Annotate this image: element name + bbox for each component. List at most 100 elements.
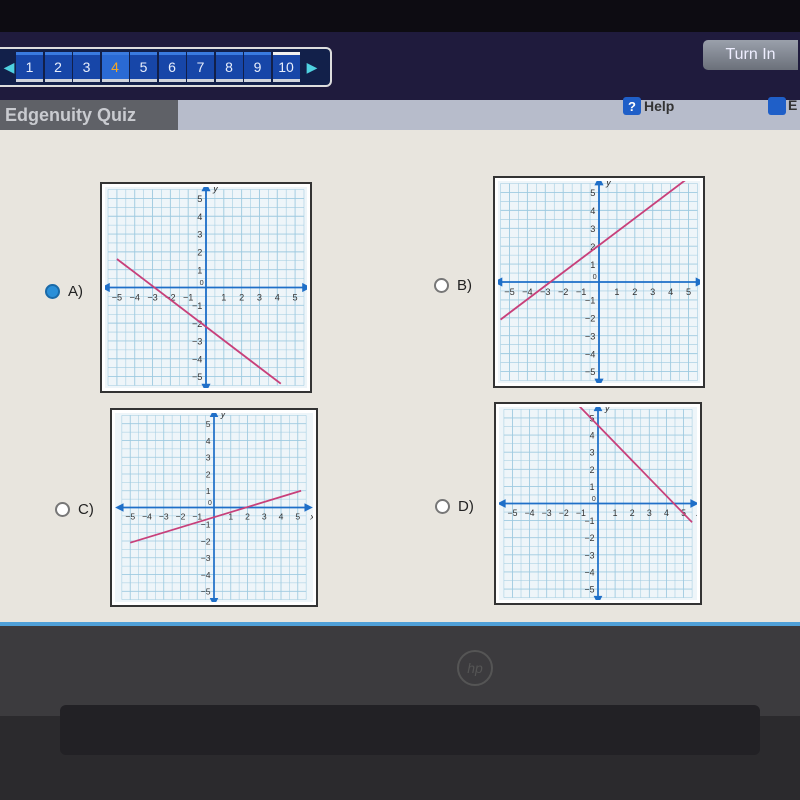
question-button-4[interactable]: 4 xyxy=(101,52,129,82)
tool-icon[interactable] xyxy=(768,97,786,115)
radio-b[interactable] xyxy=(434,278,449,293)
y-tick-label: −3 xyxy=(585,331,595,341)
x-axis-arrow-left-icon xyxy=(115,503,124,512)
turn-in-button[interactable]: Turn In xyxy=(703,40,798,70)
option-b[interactable]: B) xyxy=(434,277,472,294)
graph-c-svg: −5−4−3−2−112345−5−4−3−2−1123450xy xyxy=(115,408,315,607)
y-tick-label: 4 xyxy=(197,212,202,222)
option-d-label: D) xyxy=(458,498,474,515)
y-axis-arrow-up-icon xyxy=(593,402,603,412)
help-icon: ? xyxy=(623,97,641,115)
radio-d[interactable] xyxy=(435,499,450,514)
y-tick-label: 2 xyxy=(590,465,595,475)
radio-a[interactable] xyxy=(45,284,60,299)
x-axis-arrow-right-icon xyxy=(304,503,313,512)
tool-label[interactable]: E xyxy=(788,97,797,113)
x-tick-label: 4 xyxy=(664,508,669,518)
option-c[interactable]: C) xyxy=(55,501,94,518)
y-tick-label: −4 xyxy=(201,570,211,580)
x-axis-arrow-left-icon xyxy=(493,277,503,287)
y-tick-label: 5 xyxy=(206,419,211,429)
y-tick-label: 1 xyxy=(206,486,211,496)
x-tick-label: 3 xyxy=(257,292,262,302)
y-axis-arrow-up-icon xyxy=(594,176,604,186)
question-button-3[interactable]: 3 xyxy=(73,52,100,82)
y-tick-label: −4 xyxy=(585,349,595,359)
radio-c[interactable] xyxy=(55,502,70,517)
question-button-6[interactable]: 6 xyxy=(158,52,186,82)
x-axis-arrow-left-icon xyxy=(100,282,110,293)
y-tick-label: −4 xyxy=(584,567,594,577)
y-tick-label: 3 xyxy=(590,224,595,234)
x-tick-label: 1 xyxy=(614,287,619,297)
graph-b-svg: −5−4−3−2−112345−5−4−3−2−1123450xy xyxy=(493,175,707,388)
x-axis-arrow-left-icon xyxy=(497,499,506,508)
x-tick-label: −4 xyxy=(522,287,532,297)
x-tick-label: −5 xyxy=(125,512,135,522)
y-tick-label: 4 xyxy=(206,436,211,446)
x-tick-label: −3 xyxy=(159,512,169,522)
question-button-9[interactable]: 9 xyxy=(244,52,271,82)
y-axis-arrow-down-icon xyxy=(201,383,211,393)
y-tick-label: −1 xyxy=(585,296,595,306)
y-tick-label: −5 xyxy=(201,587,211,597)
y-tick-label: 1 xyxy=(590,260,595,270)
question-button-8[interactable]: 8 xyxy=(215,52,243,82)
keyboard-area xyxy=(60,705,760,755)
graph-d[interactable]: −5−4−3−2−112345−5−4−3−2−1123450xy xyxy=(494,402,702,605)
y-tick-label: −5 xyxy=(192,372,202,382)
x-tick-label: −5 xyxy=(112,292,122,302)
x-tick-label: −3 xyxy=(147,292,157,302)
question-button-10[interactable]: 10 xyxy=(272,52,300,82)
x-tick-label: 3 xyxy=(650,287,655,297)
x-tick-label: 3 xyxy=(647,508,652,518)
screen-top-bezel xyxy=(0,0,800,32)
graph-b[interactable]: −5−4−3−2−112345−5−4−3−2−1123450xy xyxy=(493,175,707,388)
y-tick-label: 3 xyxy=(197,230,202,240)
y-tick-label: −1 xyxy=(584,516,594,526)
triangle-right-icon[interactable]: ▶ xyxy=(305,59,319,76)
y-axis-label: y xyxy=(604,407,611,414)
help-button[interactable]: ? Help xyxy=(623,97,674,115)
y-tick-label: −5 xyxy=(585,367,595,377)
x-tick-label: 1 xyxy=(613,508,618,518)
triangle-left-icon[interactable]: ◀ xyxy=(2,59,16,76)
option-c-label: C) xyxy=(78,501,94,518)
y-tick-label: −5 xyxy=(584,585,594,595)
y-axis-arrow-up-icon xyxy=(201,182,211,192)
graph-a-svg: −5−4−3−2−112345−5−4−3−2−1123450xy xyxy=(100,182,313,393)
y-tick-label: 2 xyxy=(206,469,211,479)
y-tick-label: −2 xyxy=(585,313,595,323)
option-a[interactable]: A) xyxy=(45,283,83,300)
graph-a[interactable]: −5−4−3−2−112345−5−4−3−2−1123450xy xyxy=(100,182,313,393)
graph-line xyxy=(129,489,302,544)
x-tick-label: −4 xyxy=(525,508,535,518)
x-tick-label: 3 xyxy=(262,512,267,522)
y-tick-label: −2 xyxy=(584,533,594,543)
graph-c[interactable]: −5−4−3−2−112345−5−4−3−2−1123450xy xyxy=(110,408,318,607)
y-tick-label: 2 xyxy=(197,248,202,258)
origin-label: 0 xyxy=(593,272,597,281)
x-tick-label: −4 xyxy=(142,512,152,522)
x-axis-arrow-right-icon xyxy=(690,499,699,508)
y-axis-label: y xyxy=(605,181,612,188)
x-tick-label: 2 xyxy=(632,287,637,297)
question-button-5[interactable]: 5 xyxy=(130,52,157,82)
y-tick-label: 3 xyxy=(590,448,595,458)
origin-label: 0 xyxy=(200,278,204,287)
question-button-7[interactable]: 7 xyxy=(187,52,214,82)
page-title: Edgenuity Quiz xyxy=(0,100,178,130)
x-tick-label: 5 xyxy=(293,292,298,302)
x-axis-arrow-right-icon xyxy=(302,282,312,293)
x-tick-label: 5 xyxy=(686,287,691,297)
question-button-1[interactable]: 1 xyxy=(16,52,43,82)
y-tick-label: −3 xyxy=(192,337,202,347)
y-tick-label: 4 xyxy=(590,206,595,216)
option-d[interactable]: D) xyxy=(435,498,474,515)
y-axis-label: y xyxy=(212,187,219,194)
x-tick-label: −5 xyxy=(507,508,517,518)
question-button-2[interactable]: 2 xyxy=(44,52,72,82)
x-axis-arrow-right-icon xyxy=(695,277,705,287)
x-tick-label: 1 xyxy=(221,292,226,302)
laptop-bezel xyxy=(0,626,800,716)
